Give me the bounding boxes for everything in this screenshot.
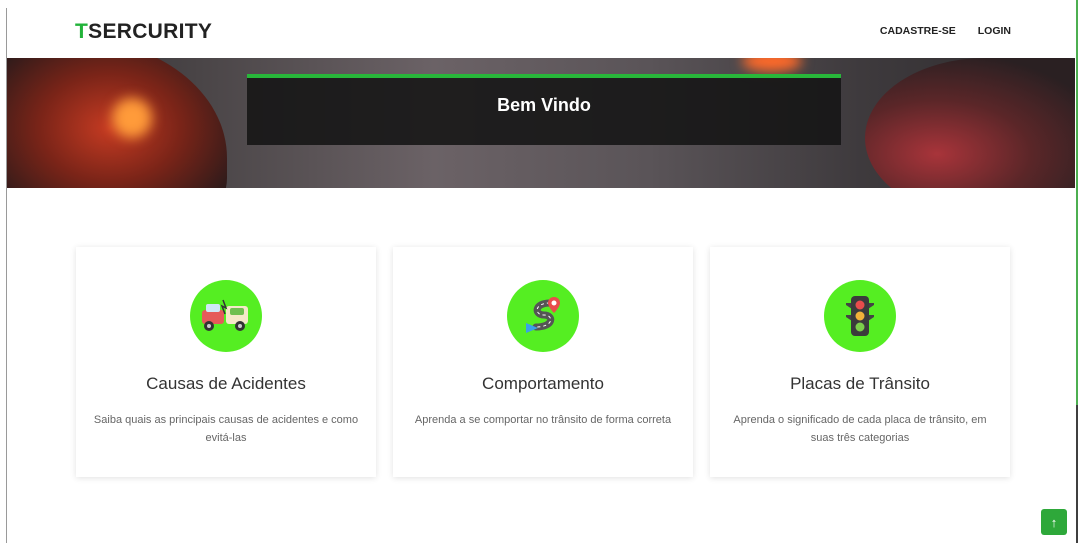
- back-to-top-button[interactable]: ↑: [1041, 509, 1067, 535]
- hero-car-right-image: [865, 58, 1075, 188]
- card-title: Causas de Acidentes: [146, 374, 306, 393]
- card-description: Saiba quais as principais causas de acid…: [93, 414, 359, 444]
- card-description: Aprenda a se comportar no trânsito de fo…: [414, 414, 672, 426]
- arrow-up-icon: ↑: [1050, 514, 1058, 530]
- card-description: Aprenda o significado de cada placa de t…: [733, 414, 987, 444]
- brand-logo[interactable]: TSERCURITY: [75, 20, 212, 44]
- card-causas-acidentes[interactable]: Causas de Acidentes Saiba quais as princ…: [76, 247, 376, 477]
- logo-text: SERCURITY: [88, 20, 213, 43]
- card-title: Placas de Trânsito: [790, 374, 930, 393]
- hero-brake-light-glow: [742, 58, 802, 72]
- scrollbar-thumb[interactable]: [1076, 405, 1078, 543]
- hero-taillight-glow: [112, 98, 152, 138]
- car-crash-icon: [190, 280, 262, 352]
- hero-title: Bem Vindo: [497, 95, 591, 115]
- feature-cards: Causas de Acidentes Saiba quais as princ…: [76, 247, 1010, 477]
- nav-signup-link[interactable]: CADASTRE-SE: [880, 25, 956, 37]
- logo-accent-letter: T: [75, 20, 89, 43]
- card-placas-transito[interactable]: Placas de Trânsito Aprenda o significado…: [710, 247, 1010, 477]
- navbar: TSERCURITY CADASTRE-SE LOGIN: [7, 8, 1075, 58]
- card-title: Comportamento: [482, 374, 604, 393]
- nav-login-link[interactable]: LOGIN: [978, 25, 1011, 37]
- card-comportamento[interactable]: Comportamento Aprenda a se comportar no …: [393, 247, 693, 477]
- traffic-light-icon: [824, 280, 896, 352]
- scrollbar-track[interactable]: [1076, 0, 1078, 405]
- hero-title-box: Bem Vindo: [247, 74, 841, 145]
- nav-links: CADASTRE-SE LOGIN: [880, 25, 1011, 37]
- hero-banner: Bem Vindo: [7, 58, 1075, 188]
- route-icon: [507, 280, 579, 352]
